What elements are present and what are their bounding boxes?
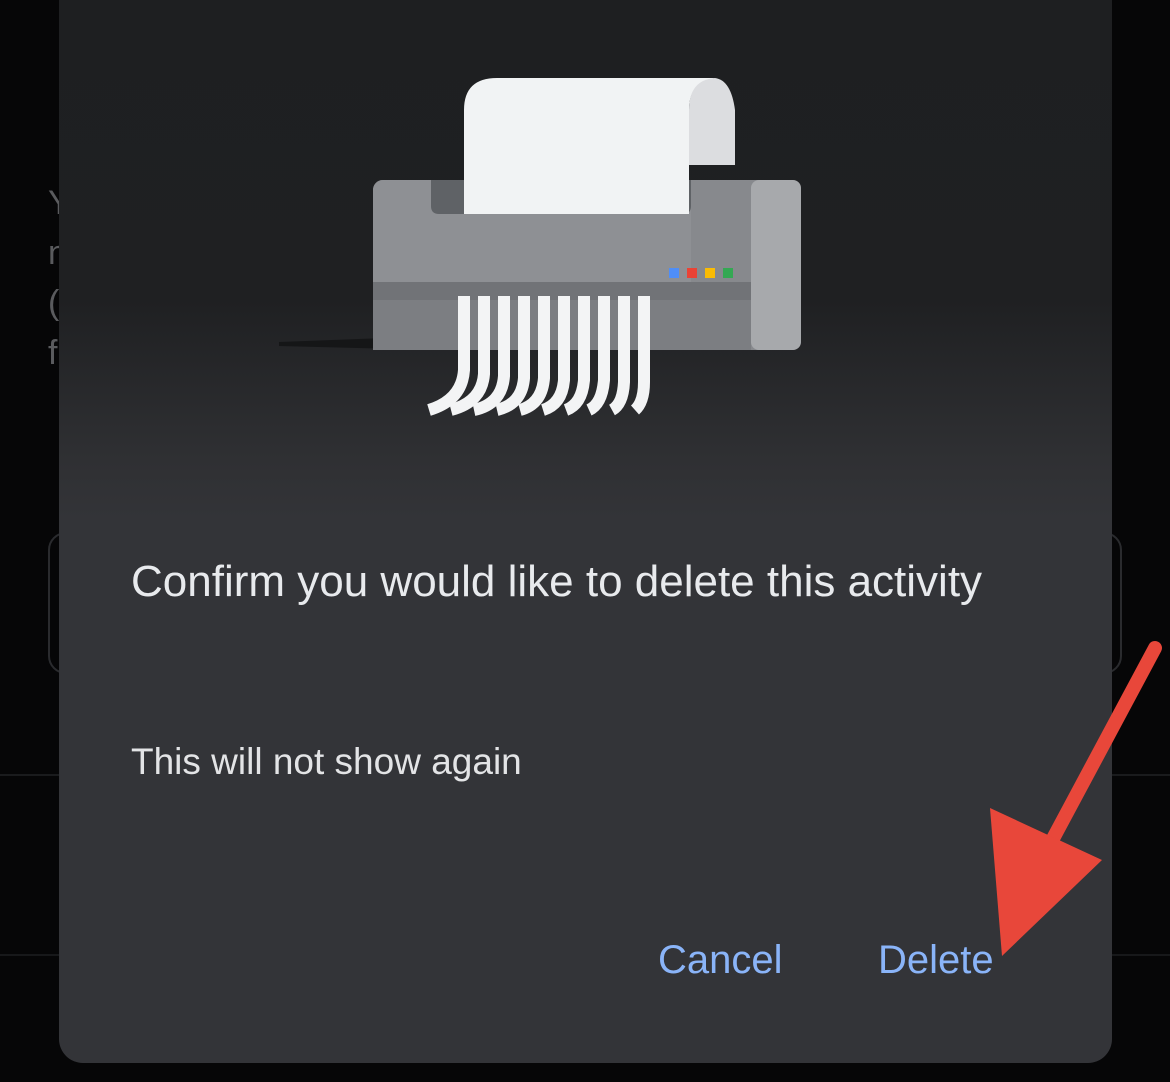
dialog-title: Confirm you would like to delete this ac… [131,557,983,606]
cancel-button[interactable]: Cancel [646,926,795,994]
confirm-delete-dialog: Confirm you would like to delete this ac… [59,0,1112,1063]
screen: Yn(f Confirm you would like to delete th… [0,0,1170,1082]
dialog-message: This will not show again [131,741,522,782]
paper-shredder-icon [279,78,801,416]
delete-button[interactable]: Delete [866,926,1006,994]
